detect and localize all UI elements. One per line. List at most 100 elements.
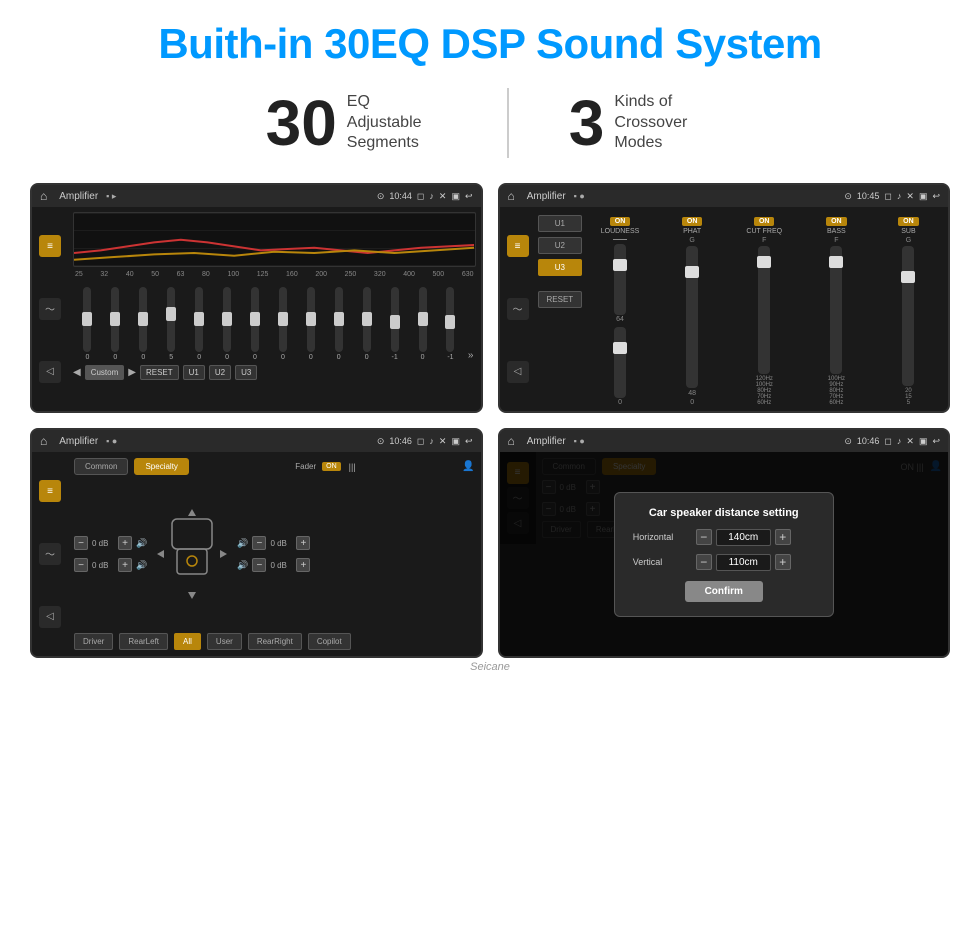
close-icon[interactable]: ✕ xyxy=(439,191,447,202)
rear-left-btn[interactable]: RearLeft xyxy=(119,633,168,650)
bass-on[interactable]: ON xyxy=(826,217,847,226)
screen-crossover: ⌂ Amplifier ▪ ● ⊙ 10:45 ◻ ♪ ✕ ▣ ↩ ≡ 〜 ◁ xyxy=(498,183,951,413)
vol-icon[interactable]: ◁ xyxy=(39,361,61,383)
phat-slider[interactable] xyxy=(686,246,698,388)
eq-slider-track[interactable] xyxy=(111,287,119,352)
sub-on[interactable]: ON xyxy=(898,217,919,226)
menu-icon4[interactable]: ▣ xyxy=(919,436,928,447)
cutfreq-on[interactable]: ON xyxy=(754,217,775,226)
driver-btn[interactable]: Driver xyxy=(74,633,113,650)
wave-icon2[interactable]: 〜 xyxy=(507,298,529,320)
eq-icon[interactable]: ≡ xyxy=(39,235,61,257)
eq-slider-track[interactable] xyxy=(391,287,399,352)
home-icon4[interactable]: ⌂ xyxy=(508,434,515,448)
loudness-slider1[interactable] xyxy=(614,244,626,315)
dialog-title: Car speaker distance setting xyxy=(633,507,815,519)
eq-slider-track[interactable] xyxy=(419,287,427,352)
eq-bottom: ◀ Custom ▶ RESET U1 U2 U3 xyxy=(73,365,476,380)
copilot-btn[interactable]: Copilot xyxy=(308,633,351,650)
vol-minus-bl[interactable]: − xyxy=(74,558,88,572)
eq-slider-track[interactable] xyxy=(446,287,454,352)
menu-icon3[interactable]: ▣ xyxy=(451,436,460,447)
menu-icon2[interactable]: ▣ xyxy=(919,191,928,202)
eq-icon2[interactable]: ≡ xyxy=(507,235,529,257)
vol-plus-tl[interactable]: + xyxy=(118,536,132,550)
preset-buttons: U1 U2 U3 RESET xyxy=(538,215,583,308)
fader-on[interactable]: ON xyxy=(322,462,341,471)
home-icon3[interactable]: ⌂ xyxy=(40,434,47,448)
back-icon2[interactable]: ↩ xyxy=(932,191,940,202)
horizontal-minus[interactable]: − xyxy=(696,529,712,545)
vol-icon2[interactable]: ◁ xyxy=(507,361,529,383)
u3-preset[interactable]: U3 xyxy=(538,259,583,276)
vol-minus-tl[interactable]: − xyxy=(74,536,88,550)
back-icon4[interactable]: ↩ xyxy=(932,436,940,447)
vol-icon3[interactable]: ◁ xyxy=(39,606,61,628)
eq-slider-track[interactable] xyxy=(195,287,203,352)
eq-icon3[interactable]: ≡ xyxy=(39,480,61,502)
u2-preset[interactable]: U2 xyxy=(538,237,583,254)
confirm-button[interactable]: Confirm xyxy=(685,581,763,602)
back-icon[interactable]: ↩ xyxy=(465,191,473,202)
reset-preset[interactable]: RESET xyxy=(538,291,583,308)
cutfreq-slider[interactable] xyxy=(758,246,770,374)
wave-icon[interactable]: 〜 xyxy=(39,298,61,320)
eq-slider-track[interactable] xyxy=(251,287,259,352)
back-icon3[interactable]: ↩ xyxy=(465,436,473,447)
vertical-minus[interactable]: − xyxy=(696,554,712,570)
wave-icon3[interactable]: 〜 xyxy=(39,543,61,565)
vol-val-br: 0 dB xyxy=(270,561,292,570)
vol-minus-br[interactable]: − xyxy=(252,558,266,572)
vertical-value: 110cm xyxy=(716,554,771,571)
u2-btn[interactable]: U2 xyxy=(209,365,231,380)
common-tab[interactable]: Common xyxy=(74,458,128,475)
vol-plus-br[interactable]: + xyxy=(296,558,310,572)
menu-icon[interactable]: ▣ xyxy=(451,191,460,202)
eq-slider-col: 0 xyxy=(131,287,156,361)
vol-minus-tr[interactable]: − xyxy=(252,536,266,550)
eq-slider-track[interactable] xyxy=(83,287,91,352)
sub-slider[interactable] xyxy=(902,246,914,386)
loudness-channel: ON LOUDNESS 64 0 xyxy=(586,217,655,406)
close-icon4[interactable]: ✕ xyxy=(906,436,914,447)
eq-slider-track[interactable] xyxy=(363,287,371,352)
dialog-horizontal-label: Horizontal xyxy=(633,532,688,542)
eq-slider-track[interactable] xyxy=(335,287,343,352)
user-btn[interactable]: User xyxy=(207,633,242,650)
reset-btn[interactable]: RESET xyxy=(140,365,179,380)
screen2-controls: ▪ ● xyxy=(574,191,585,201)
u3-btn[interactable]: U3 xyxy=(235,365,257,380)
eq-slider-track[interactable] xyxy=(167,287,175,352)
u1-preset[interactable]: U1 xyxy=(538,215,583,232)
page-container: Buith-in 30EQ DSP Sound System 30 EQ Adj… xyxy=(0,0,980,939)
home-icon[interactable]: ⌂ xyxy=(40,189,47,203)
loudness-on[interactable]: ON xyxy=(610,217,631,226)
eq-slider-track[interactable] xyxy=(279,287,287,352)
screen4-topbar: ⌂ Amplifier ▪ ● ⊙ 10:46 ◻ ♪ ✕ ▣ ↩ xyxy=(500,430,949,452)
vertical-plus[interactable]: + xyxy=(775,554,791,570)
bass-slider[interactable] xyxy=(830,246,842,374)
eq-slider-track[interactable] xyxy=(223,287,231,352)
custom-btn[interactable]: Custom xyxy=(85,365,125,380)
close-icon2[interactable]: ✕ xyxy=(906,191,914,202)
eq-slider-track[interactable] xyxy=(307,287,315,352)
screen2-sidebar: ≡ 〜 ◁ xyxy=(500,207,536,411)
vol-plus-tr[interactable]: + xyxy=(296,536,310,550)
next-icon[interactable]: ▶ xyxy=(128,367,136,378)
rear-right-btn[interactable]: RearRight xyxy=(248,633,302,650)
prev-icon[interactable]: ◀ xyxy=(73,367,81,378)
all-btn[interactable]: All xyxy=(174,633,201,650)
eq-slider-track[interactable] xyxy=(139,287,147,352)
vol-val-tl: 0 dB xyxy=(92,539,114,548)
close-icon3[interactable]: ✕ xyxy=(439,436,447,447)
vol-plus-bl[interactable]: + xyxy=(118,558,132,572)
scroll-right-icon[interactable]: » xyxy=(468,350,474,361)
screen1-content: ≡ 〜 ◁ xyxy=(32,207,481,411)
horizontal-plus[interactable]: + xyxy=(775,529,791,545)
home-icon2[interactable]: ⌂ xyxy=(508,189,515,203)
dialog-horizontal-row: Horizontal − 140cm + xyxy=(633,529,815,546)
phat-on[interactable]: ON xyxy=(682,217,703,226)
loudness-slider2[interactable] xyxy=(614,327,626,398)
u1-btn[interactable]: U1 xyxy=(183,365,205,380)
specialty-tab[interactable]: Specialty xyxy=(134,458,188,475)
